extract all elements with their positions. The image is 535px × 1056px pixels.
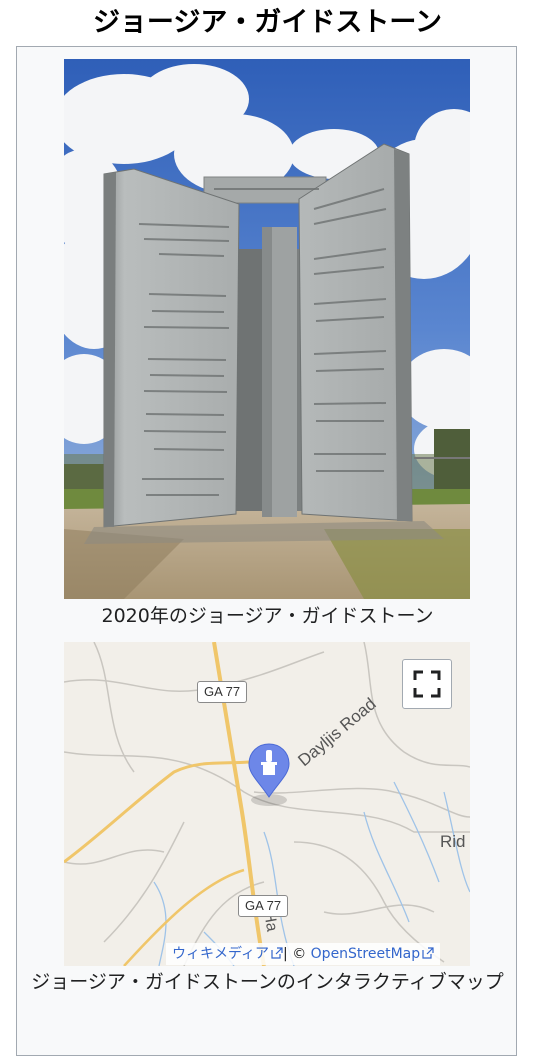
road-label-ga77-bottom: GA 77 bbox=[238, 895, 289, 917]
map-attribution: ウィキメディア | © OpenStreetMap bbox=[166, 943, 441, 965]
map-caption: ジョージア・ガイドストーンのインタラクティブマップ bbox=[31, 971, 504, 993]
openstreetmap-link[interactable]: OpenStreetMap bbox=[311, 946, 434, 962]
guidestones-photo[interactable] bbox=[64, 59, 470, 599]
external-link-icon bbox=[422, 947, 434, 959]
fullscreen-button[interactable] bbox=[402, 659, 452, 709]
fullscreen-icon bbox=[413, 670, 441, 698]
wikimedia-link[interactable]: ウィキメディア bbox=[172, 946, 283, 962]
road-label-ga77-top: GA 77 bbox=[197, 681, 248, 703]
image-caption: 2020年のジョージア・ガイドストーン bbox=[101, 605, 434, 627]
page-title: ジョージア・ガイドストーン bbox=[92, 7, 443, 38]
attribution-separator: | © bbox=[283, 946, 307, 962]
external-link-icon bbox=[271, 947, 283, 959]
ridge-label: Rid bbox=[440, 832, 466, 851]
